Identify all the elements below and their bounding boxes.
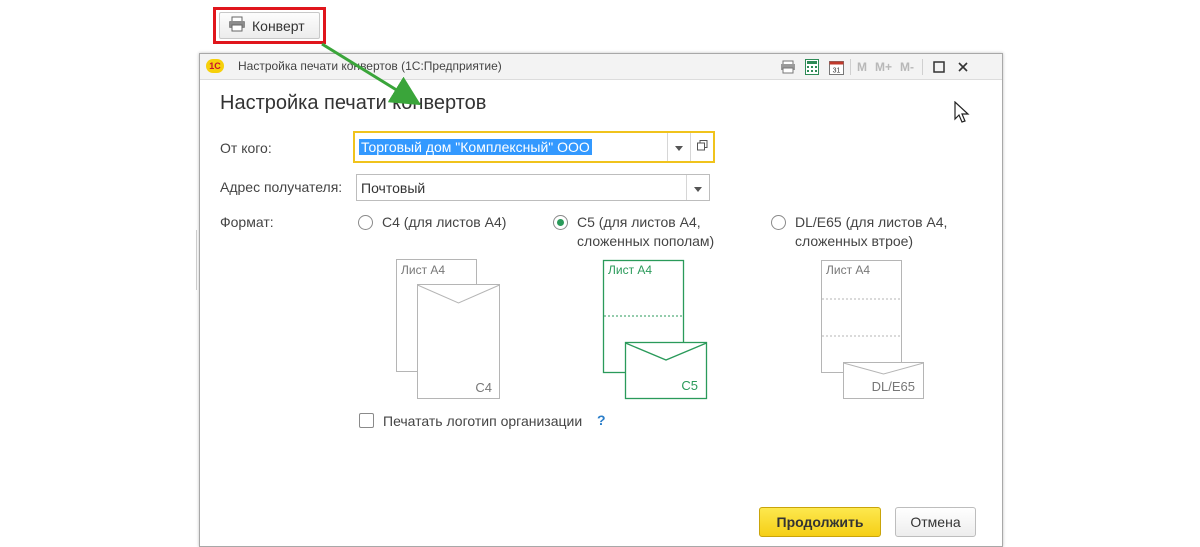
annotation-arrow — [321, 42, 422, 106]
mouse-cursor-icon — [954, 101, 970, 123]
